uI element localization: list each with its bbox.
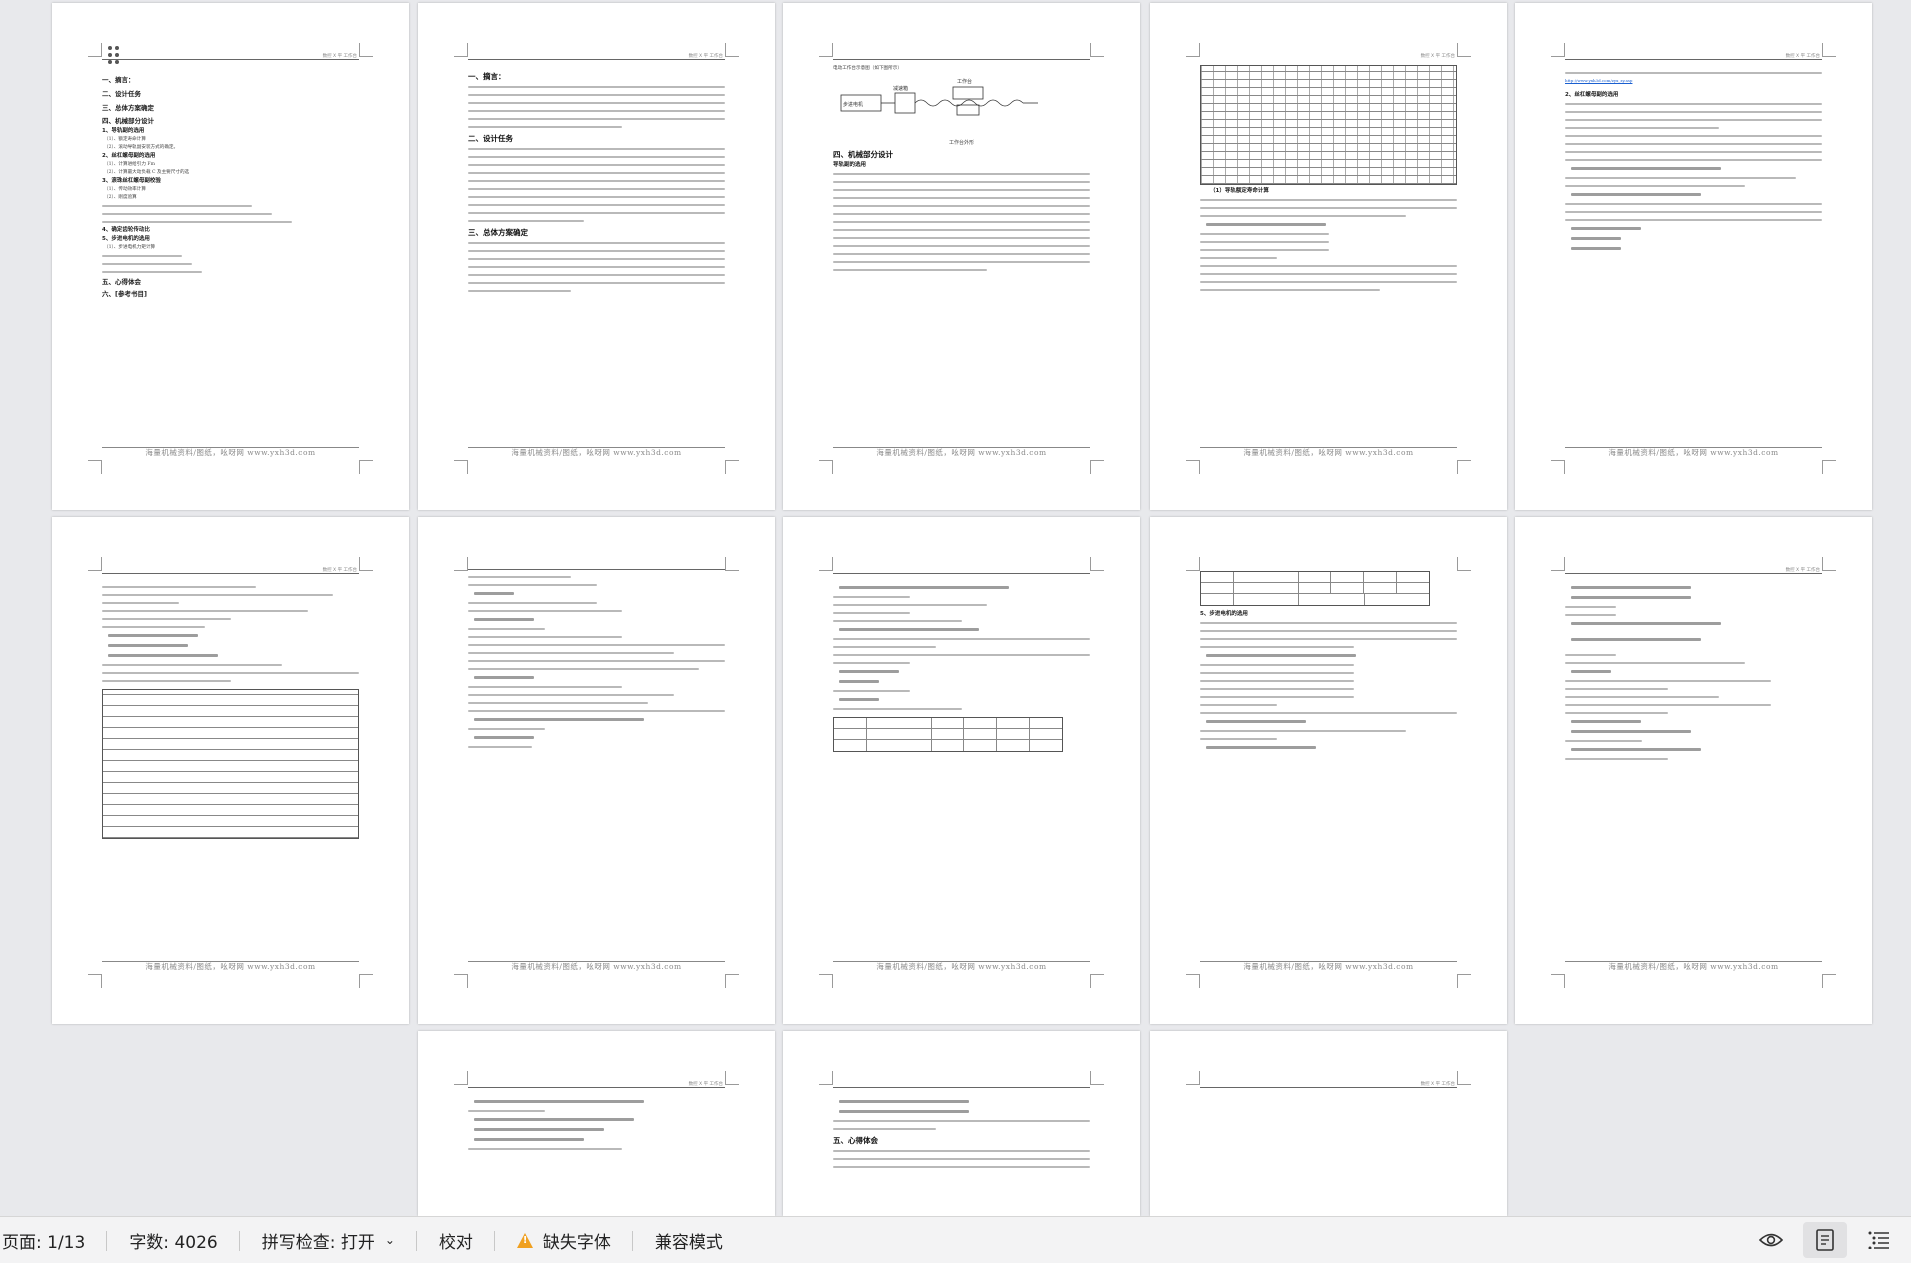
word-count[interactable]: 字数: 4026 [107,1217,241,1263]
page-4[interactable]: 数控 X 平 工作台 （1）导轨额定寿命计算 海量机械资料/图纸，吆呀网 www… [1150,3,1507,510]
spell-check-toggle[interactable]: 拼写检查: 打开 ⌄ [240,1217,418,1263]
subsection-heading: 导轨副的选用 [833,162,867,168]
page-5[interactable]: 数控 X 平 工作台 http://www.yxh3d.com/zyx_zy.a… [1515,3,1872,510]
parameters-table [102,689,359,839]
page-12[interactable]: 五、心得体会 [783,1031,1140,1216]
table-label: 工作台 [957,78,972,85]
section-heading: 二、设计任务 [468,134,513,143]
toc-subitem[interactable]: 2、丝杠螺母副的选用 [102,152,359,161]
document-link[interactable]: http://www.yxh3d.com/zyx_zy.asp [1565,77,1822,85]
toc-item[interactable]: 一、摘言： [102,73,359,87]
subsection-heading: 2、丝杠螺母副的选用 [1565,92,1619,98]
page-11[interactable]: 数控 X 平 工作台 [418,1031,775,1216]
toc-subitem[interactable]: 5、步进电机的选用 [102,235,359,244]
data-table [1200,65,1457,185]
toc-subitem[interactable]: 4、确定齿轮传动比 [102,226,359,235]
chevron-down-icon: ⌄ [384,1233,395,1247]
toc-subitem[interactable]: （1）、传动效率计算 [102,186,359,194]
gearbox-label: 减速箱 [893,85,908,92]
page-footer: 海量机械资料/图纸，吆呀网 www.yxh3d.com [1243,962,1414,971]
toc-subitem[interactable]: 1、导轨副的选用 [102,127,359,136]
diagram-caption: 工作台外形 [948,140,974,146]
page-footer: 海量机械资料/图纸，吆呀网 www.yxh3d.com [1608,962,1779,971]
page-footer: 海量机械资料/图纸，吆呀网 www.yxh3d.com [1608,448,1779,457]
toc-subitem[interactable]: （2）、刚度验算 [102,194,359,202]
page-footer: 海量机械资料/图纸，吆呀网 www.yxh3d.com [145,448,316,457]
toc-item[interactable]: 三、总体方案确定 [102,101,359,115]
toc-subitem[interactable]: （1）、额定寿命计算 [102,136,359,144]
page-10[interactable]: 数控 X 平 工作台 海量机械资料/图纸，吆呀网 www.yxh3d.com [1515,517,1872,1024]
page-1[interactable]: 数控 X 平 工作台 一、摘言： 二、设计任务 三、总体方案确定 四、机械部分设… [52,3,409,510]
page-footer: 海量机械资料/图纸，吆呀网 www.yxh3d.com [511,962,682,971]
page-13[interactable]: 数控 X 平 工作台 [1150,1031,1507,1216]
page-footer: 海量机械资料/图纸，吆呀网 www.yxh3d.com [1243,448,1414,457]
toc-subitem[interactable]: 3、滚珠丝杠螺母副校验 [102,177,359,186]
section-heading: 三、总体方案确定 [468,228,528,237]
worktable-diagram: 步进电机 减速箱 工作台 [840,78,1038,116]
compat-mode-label[interactable]: 兼容模式 [633,1217,745,1263]
page-7[interactable]: 海量机械资料/图纸，吆呀网 www.yxh3d.com [418,517,775,1024]
page-indicator[interactable]: 页面: 1/13 [0,1217,108,1263]
toc-item[interactable]: 四、机械部分设计 [102,115,359,127]
page-6[interactable]: 数控 X 平 工作台 海量机械资料/图纸，吆呀网 www.yxh3d.com [52,517,409,1024]
outline-view-icon[interactable] [1857,1222,1901,1258]
diagram-caption-top: 电动工作台示意图（如下图所示） [833,66,902,71]
page-footer: 海量机械资料/图纸，吆呀网 www.yxh3d.com [511,448,682,457]
page-footer: 海量机械资料/图纸，吆呀网 www.yxh3d.com [145,962,316,971]
document-canvas[interactable]: 数控 X 平 工作台 一、摘言： 二、设计任务 三、总体方案确定 四、机械部分设… [0,0,1911,1216]
motor-label: 步进电机 [843,101,863,108]
page-footer: 海量机械资料/图纸，吆呀网 www.yxh3d.com [876,448,1047,457]
page-3[interactable]: 电动工作台示意图（如下图所示） 步进电机 减速箱 工作台 工作台外形 四、机械部… [783,3,1140,510]
section-heading: 四、机械部分设计 [833,150,893,159]
missing-font-button[interactable]: 缺失字体 [495,1217,633,1263]
section-heading: 一、摘言： [468,72,506,81]
page-view-icon[interactable] [1803,1222,1847,1258]
subsection-heading: （1）导轨额定寿命计算 [1210,188,1269,194]
toc-subitem[interactable]: （1）、计算进给引力 Fm [102,161,359,169]
section-heading: 五、心得体会 [833,1136,878,1145]
toc-subitem[interactable]: （2）、计算最大动负载 C 及主要尺寸的选 [102,169,359,177]
toc-item[interactable]: 五、心得体会 [102,276,359,288]
proofread-button[interactable]: 校对 [417,1217,495,1263]
page-2[interactable]: 数控 X 平 工作台 一、摘言： 二、设计任务 三、总体方案确定 海量机械资料/… [418,3,775,510]
page-footer: 海量机械资料/图纸，吆呀网 www.yxh3d.com [876,962,1047,971]
warning-icon [516,1232,533,1248]
subsection-heading: 5、步进电机的选用 [1200,611,1248,617]
eye-icon[interactable] [1749,1222,1793,1258]
page-8[interactable]: 海量机械资料/图纸，吆呀网 www.yxh3d.com [783,517,1140,1024]
drag-handle-icon[interactable] [108,46,122,68]
page-9[interactable]: 5、步进电机的选用 海量机械资料/图纸，吆呀网 www.yxh3d.com [1150,517,1507,1024]
toc-item[interactable]: 六、[参考书目] [102,288,359,300]
status-bar: 页面: 1/13 字数: 4026 拼写检查: 打开 ⌄ 校对 缺失字体 兼容模… [0,1216,1911,1263]
page-header: 数控 X 平 工作台 [1420,54,1455,59]
toc-item[interactable]: 二、设计任务 [102,87,359,101]
toc-subitem[interactable]: （2）、滚动导轨副安装方式的确定。 [102,144,359,152]
toc-subitem[interactable]: （1）、步进电机力矩计算 [102,244,359,252]
